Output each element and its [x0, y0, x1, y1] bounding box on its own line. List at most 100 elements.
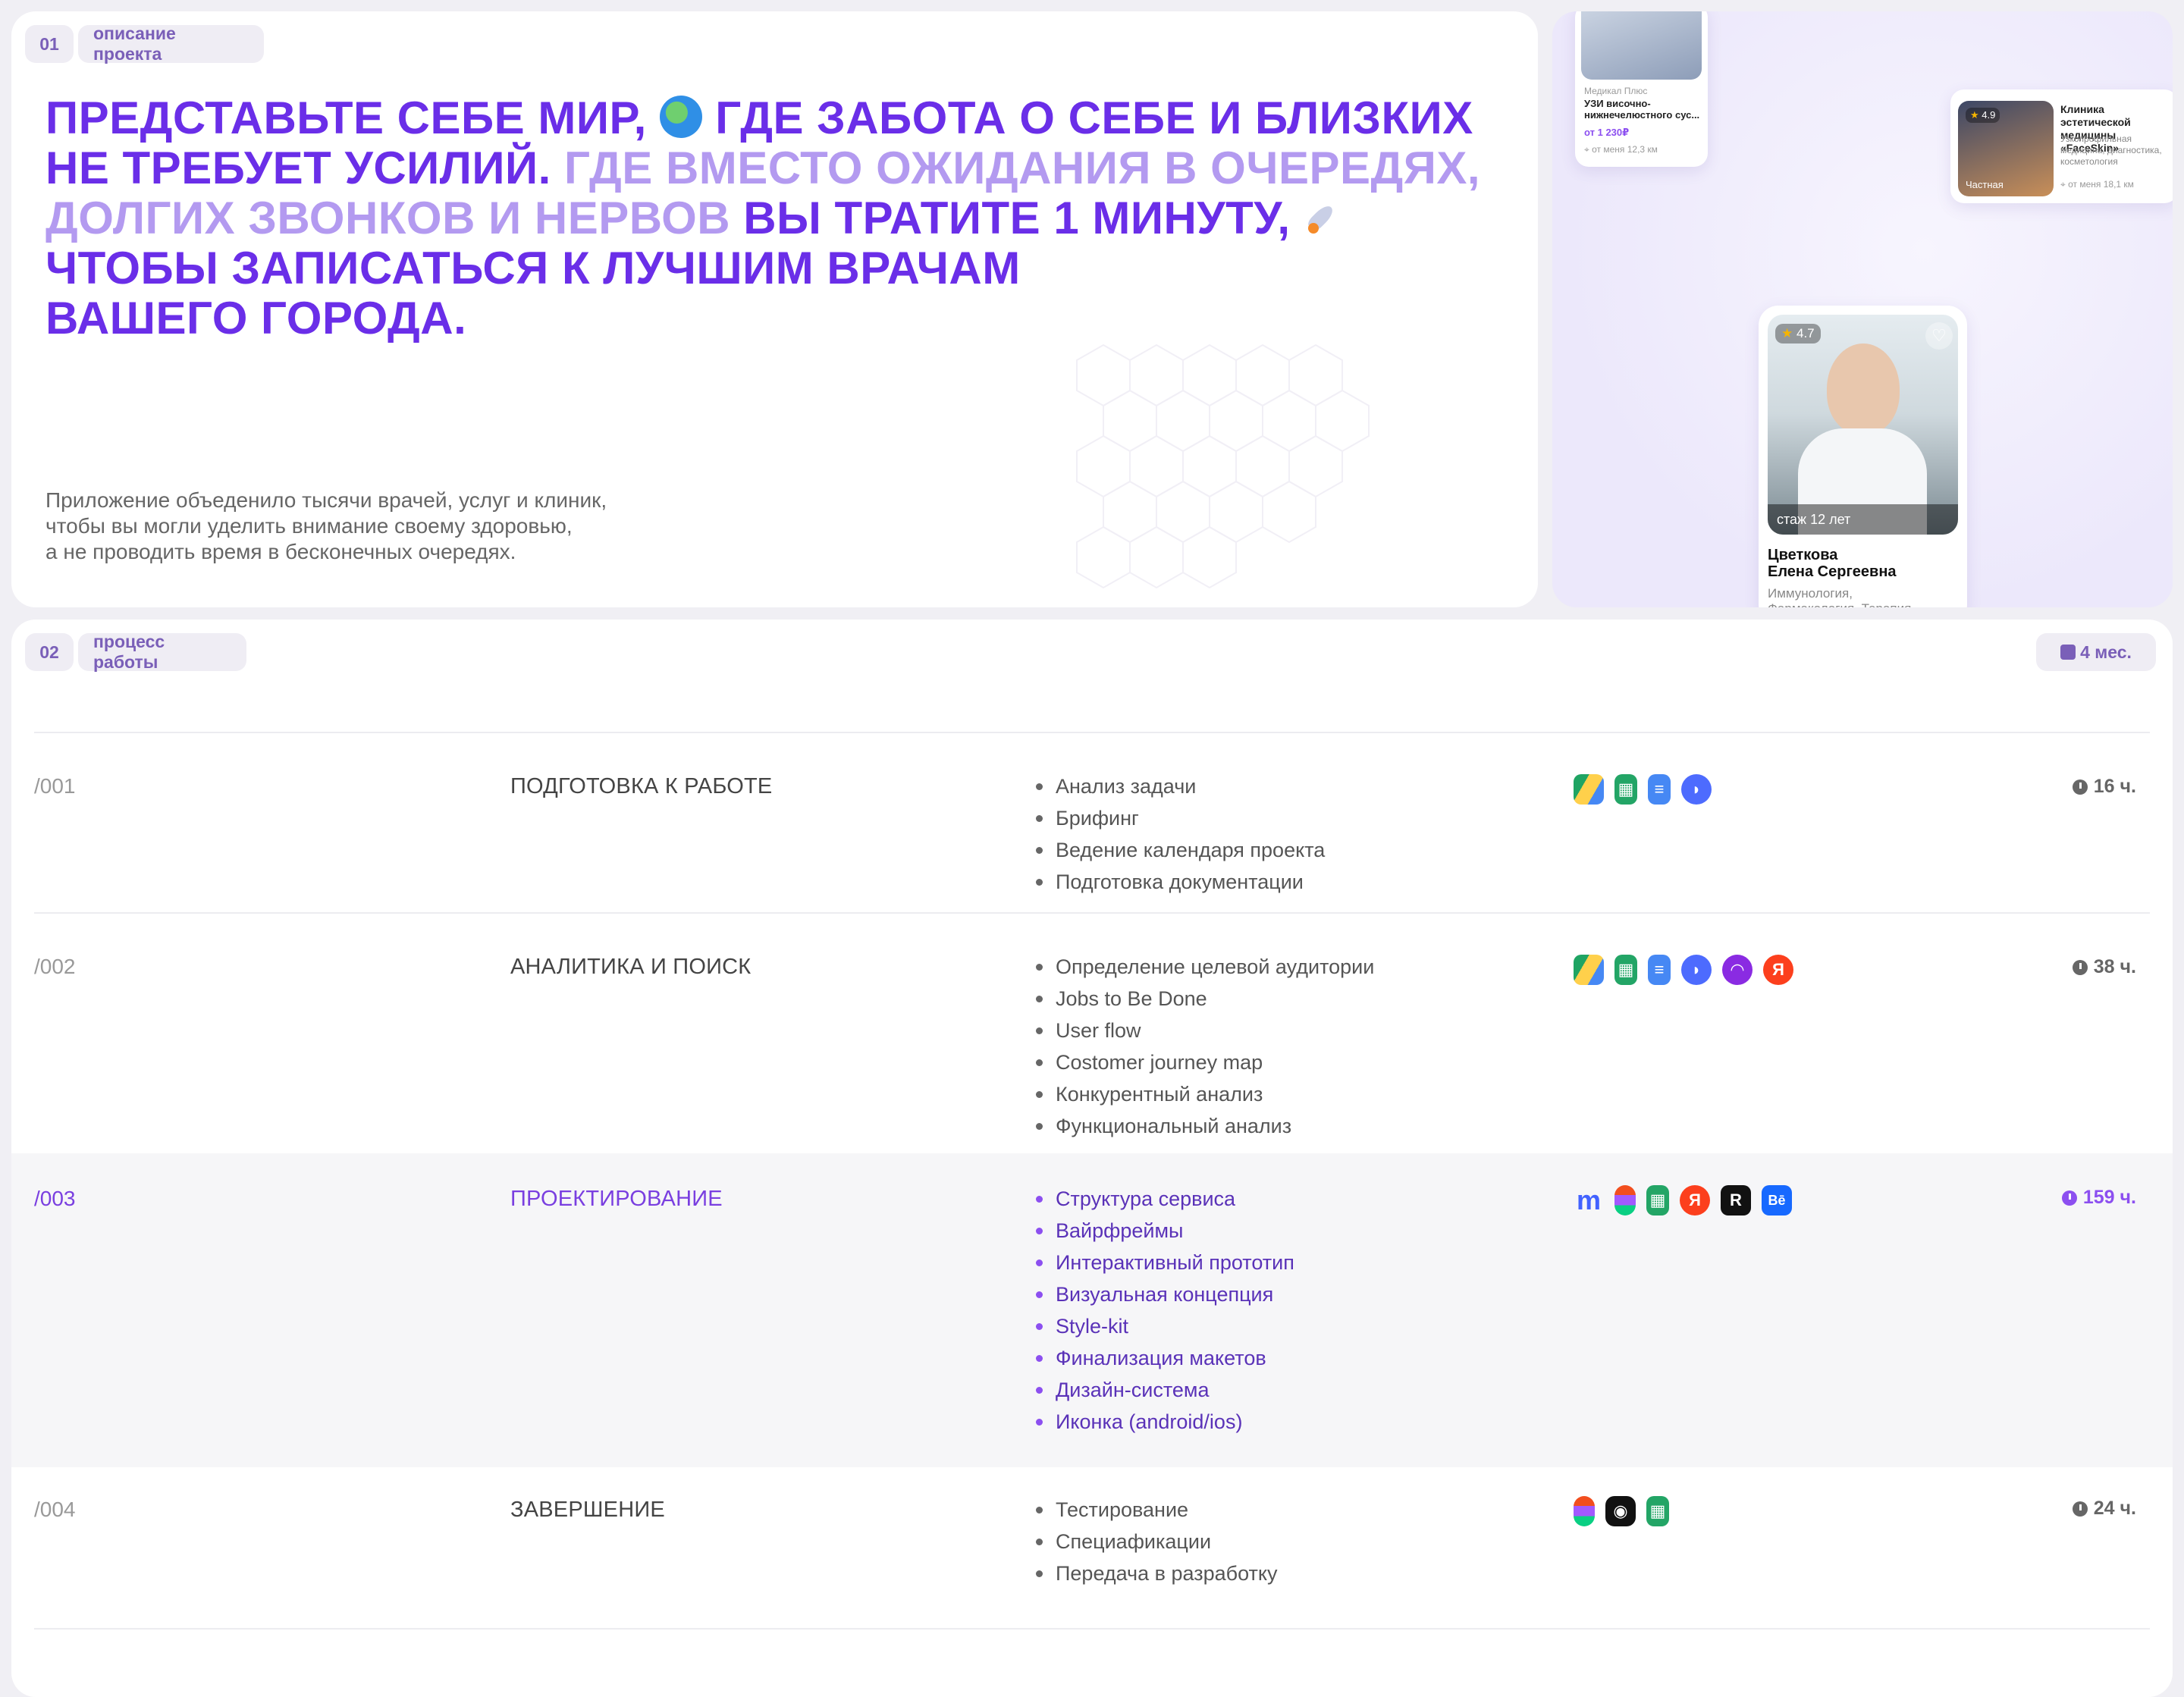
- doctor-experience: стаж 12 лет: [1777, 512, 1851, 527]
- step-title: Подготовка к работе: [510, 774, 773, 798]
- headline-part: вашего города.: [46, 293, 467, 343]
- hours-value: 159 ч.: [2082, 1187, 2136, 1208]
- summary-line: чтобы вы могли уделить внимание своему з…: [46, 514, 573, 538]
- yandex-icon: Я: [1680, 1185, 1710, 1216]
- figma-icon: [1614, 1185, 1636, 1216]
- clock-icon: [2072, 779, 2088, 795]
- task-item: Подготовка документации: [1033, 866, 1325, 898]
- headline-part: вы тратите 1 минуту,: [743, 193, 1291, 243]
- task-item: Интерактивный прототип: [1033, 1247, 1294, 1278]
- headline-part: чтобы записаться к лучшим врачам: [46, 243, 1021, 293]
- doctor-card[interactable]: ★ 4.7 ♡ стаж 12 лет Цветкова Елена Серге…: [1759, 306, 1967, 607]
- task-list: Анализ задачи Брифинг Ведение календаря …: [1033, 770, 1325, 898]
- figma-icon: [1574, 1496, 1595, 1526]
- doctor-name: Цветкова Елена Сергеевна: [1768, 547, 1897, 580]
- doctor-given-name: Елена Сергеевна: [1768, 563, 1897, 580]
- task-item: Дизайн-система: [1033, 1374, 1294, 1406]
- step-number: /003: [34, 1187, 76, 1210]
- hours-value: 16 ч.: [2093, 776, 2136, 797]
- duration-value: 4 мес.: [2080, 641, 2132, 662]
- row-divider: [34, 912, 2150, 914]
- step-title: Завершение: [510, 1498, 665, 1522]
- process-row: /001 Подготовка к работе Анализ задачи Б…: [11, 732, 2173, 912]
- task-item: Style-kit: [1033, 1310, 1294, 1342]
- service-photo: [1581, 11, 1702, 80]
- doctor-specialty: Иммунология, Фармакология, Терапия: [1768, 586, 1911, 607]
- google-sheets-icon: ▦: [1646, 1185, 1669, 1216]
- section-index: 01: [25, 25, 74, 63]
- task-item: Передача в разработку: [1033, 1557, 1277, 1589]
- task-list: Структура сервиса Вайрфреймы Интерактивн…: [1033, 1183, 1294, 1438]
- task-item: Вайрфреймы: [1033, 1215, 1294, 1247]
- rating-value: 4.9: [1982, 109, 1996, 121]
- google-docs-icon: ≡: [1648, 955, 1671, 985]
- step-title: Проектирование: [510, 1187, 723, 1211]
- hexagon-pattern: [1076, 343, 1370, 589]
- step-hours: 24 ч.: [2072, 1498, 2136, 1520]
- doctor-face: [1827, 343, 1900, 434]
- clinic-badge: Частная: [1966, 179, 2004, 190]
- app-preview-card: Медикал Плюс УЗИ височно-нижнечелюстного…: [1552, 11, 2173, 607]
- yandex-icon: Я: [1763, 955, 1793, 985]
- pin-icon: ⌖: [2060, 179, 2066, 190]
- project-description-card: 01 описание проекта Представьте себе мир…: [11, 11, 1538, 607]
- doctor-surname: Цветкова: [1768, 547, 1838, 563]
- clinic-card[interactable]: ★ 4.9 Частная Клиника эстетической медиц…: [1950, 89, 2173, 203]
- service-clinic: Медикал Плюс: [1584, 86, 1648, 96]
- globe-icon: [660, 96, 703, 138]
- summary-line: а не проводить время в бесконечных очере…: [46, 540, 516, 563]
- clock-icon: [2072, 1501, 2088, 1517]
- process-row: /002 Аналитика и поиск Определение целев…: [11, 912, 2173, 1153]
- clock-icon: [2061, 1190, 2077, 1206]
- task-item: Визуальная концепция: [1033, 1278, 1294, 1310]
- alice-icon: ◠: [1722, 955, 1753, 985]
- row-divider: [34, 1628, 2150, 1630]
- section-label: процесс работы: [78, 632, 246, 672]
- step-number: /004: [34, 1498, 76, 1521]
- tool-list: ▦ ≡ ◗: [1574, 774, 1712, 805]
- step-title: Аналитика и поиск: [510, 955, 752, 979]
- calendar-icon: [2060, 645, 2076, 660]
- process-row: /004 Завершение Тестирование Специафикац…: [11, 1467, 2173, 1630]
- google-sheets-icon: ▦: [1614, 955, 1637, 985]
- task-item: Jobs to Be Done: [1033, 983, 1374, 1015]
- specialty-line: Фармакология, Терапия: [1768, 601, 1911, 607]
- doctor-rating: ★ 4.7: [1775, 324, 1821, 343]
- tool-list: ◉ ▦: [1574, 1496, 1669, 1526]
- clinic-subtitle: Узкопрофильная медицина, диагностика, ко…: [2060, 133, 2162, 167]
- hours-value: 24 ч.: [2093, 1498, 2136, 1519]
- deepseek-icon: ◗: [1681, 774, 1712, 805]
- service-title: УЗИ височно-нижнечелюстного сус...: [1584, 98, 1700, 121]
- task-item: Иконка (android/ios): [1033, 1406, 1294, 1438]
- section-index: 02: [25, 633, 74, 671]
- step-number: /002: [34, 955, 76, 978]
- distance-text: от меня 18,1 км: [2068, 179, 2134, 190]
- task-item: Тестирование: [1033, 1494, 1277, 1526]
- section-label: описание проекта: [78, 24, 264, 64]
- google-drive-icon: [1574, 955, 1604, 985]
- step-number: /001: [34, 774, 76, 798]
- task-item: Costomer journey map: [1033, 1046, 1374, 1078]
- service-card[interactable]: Медикал Плюс УЗИ височно-нижнечелюстного…: [1575, 11, 1708, 167]
- task-item: Определение целевой аудитории: [1033, 951, 1374, 983]
- step-hours: 38 ч.: [2072, 956, 2136, 978]
- task-item: User flow: [1033, 1015, 1374, 1046]
- star-icon: ★: [1970, 109, 1979, 121]
- star-icon: ★: [1781, 326, 1793, 340]
- project-summary: Приложение объеденило тысячи врачей, усл…: [46, 488, 728, 565]
- specialty-line: Иммунология,: [1768, 586, 1853, 601]
- hours-value: 38 ч.: [2093, 956, 2136, 977]
- duration-badge: 4 мес.: [2036, 633, 2156, 671]
- behance-icon: Bē: [1762, 1185, 1792, 1216]
- task-item: Анализ задачи: [1033, 770, 1325, 802]
- rocket-icon: [1304, 196, 1346, 238]
- process-row-active: /003 Проектирование Структура сервиса Ва…: [11, 1153, 2173, 1467]
- task-item: Функциональный анализ: [1033, 1110, 1374, 1142]
- heart-icon[interactable]: ♡: [1925, 322, 1953, 350]
- pin-icon: ⌖: [1584, 144, 1589, 155]
- task-item: Финализация макетов: [1033, 1342, 1294, 1374]
- google-sheets-icon: ▦: [1646, 1496, 1669, 1526]
- clock-icon: [2072, 959, 2088, 975]
- step-hours: 16 ч.: [2072, 776, 2136, 798]
- task-item: Конкурентный анализ: [1033, 1078, 1374, 1110]
